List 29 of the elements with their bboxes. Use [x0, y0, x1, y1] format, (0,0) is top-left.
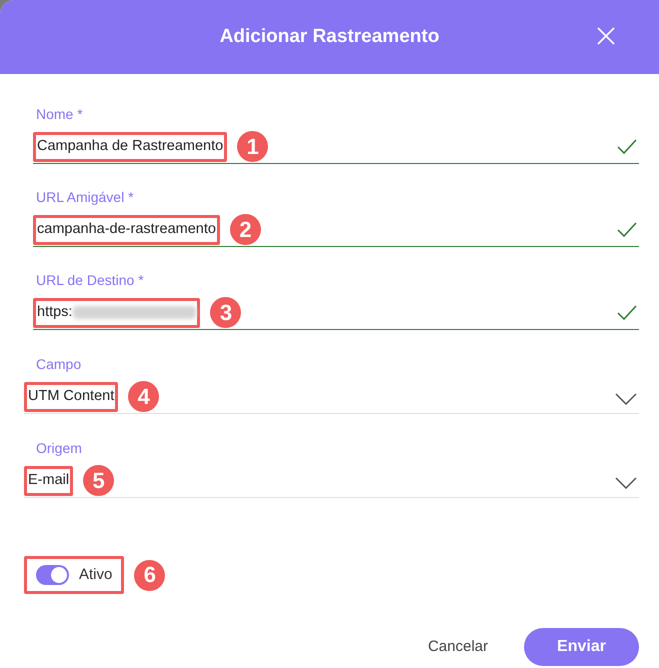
- dialog-title: Adicionar Rastreamento: [220, 24, 440, 49]
- input-field[interactable]: campanha-de-rastreamento 2: [33, 213, 639, 247]
- field-label: Nome *: [35, 105, 84, 124]
- callout-number: 1: [237, 131, 268, 162]
- field-value: UTM Content: [28, 386, 114, 406]
- callout-number: 3: [210, 297, 242, 328]
- callout-number: 5: [83, 465, 114, 496]
- field-label: URL Amigável *: [35, 188, 135, 207]
- field-value: https:: [37, 302, 72, 322]
- field-value: Campanha de Rastreamento: [37, 136, 224, 156]
- input-field[interactable]: https: 3: [33, 296, 639, 330]
- chevron-down-icon: [615, 393, 637, 405]
- chevron-down-icon: [615, 477, 637, 489]
- toggle-label: Ativo: [79, 564, 112, 585]
- field-label: Origem: [35, 439, 83, 458]
- callout-number: 6: [134, 560, 166, 590]
- field-label: URL de Destino *: [35, 271, 145, 290]
- callout-number: 2: [230, 214, 261, 245]
- input-field[interactable]: Campanha de Rastreamento 1: [33, 130, 639, 164]
- select-field[interactable]: E-mail 5: [24, 464, 639, 498]
- close-button[interactable]: [597, 27, 615, 45]
- field-label: Campo: [35, 355, 82, 374]
- field-value: campanha-de-rastreamento: [37, 220, 216, 239]
- field-value: E-mail: [28, 470, 70, 490]
- cancel-button[interactable]: Cancelar: [428, 636, 488, 658]
- select-field[interactable]: UTM Content 4: [24, 380, 639, 414]
- callout-number: 4: [128, 381, 160, 412]
- toggle-switch[interactable]: [36, 565, 69, 585]
- submit-button[interactable]: Enviar: [524, 628, 639, 666]
